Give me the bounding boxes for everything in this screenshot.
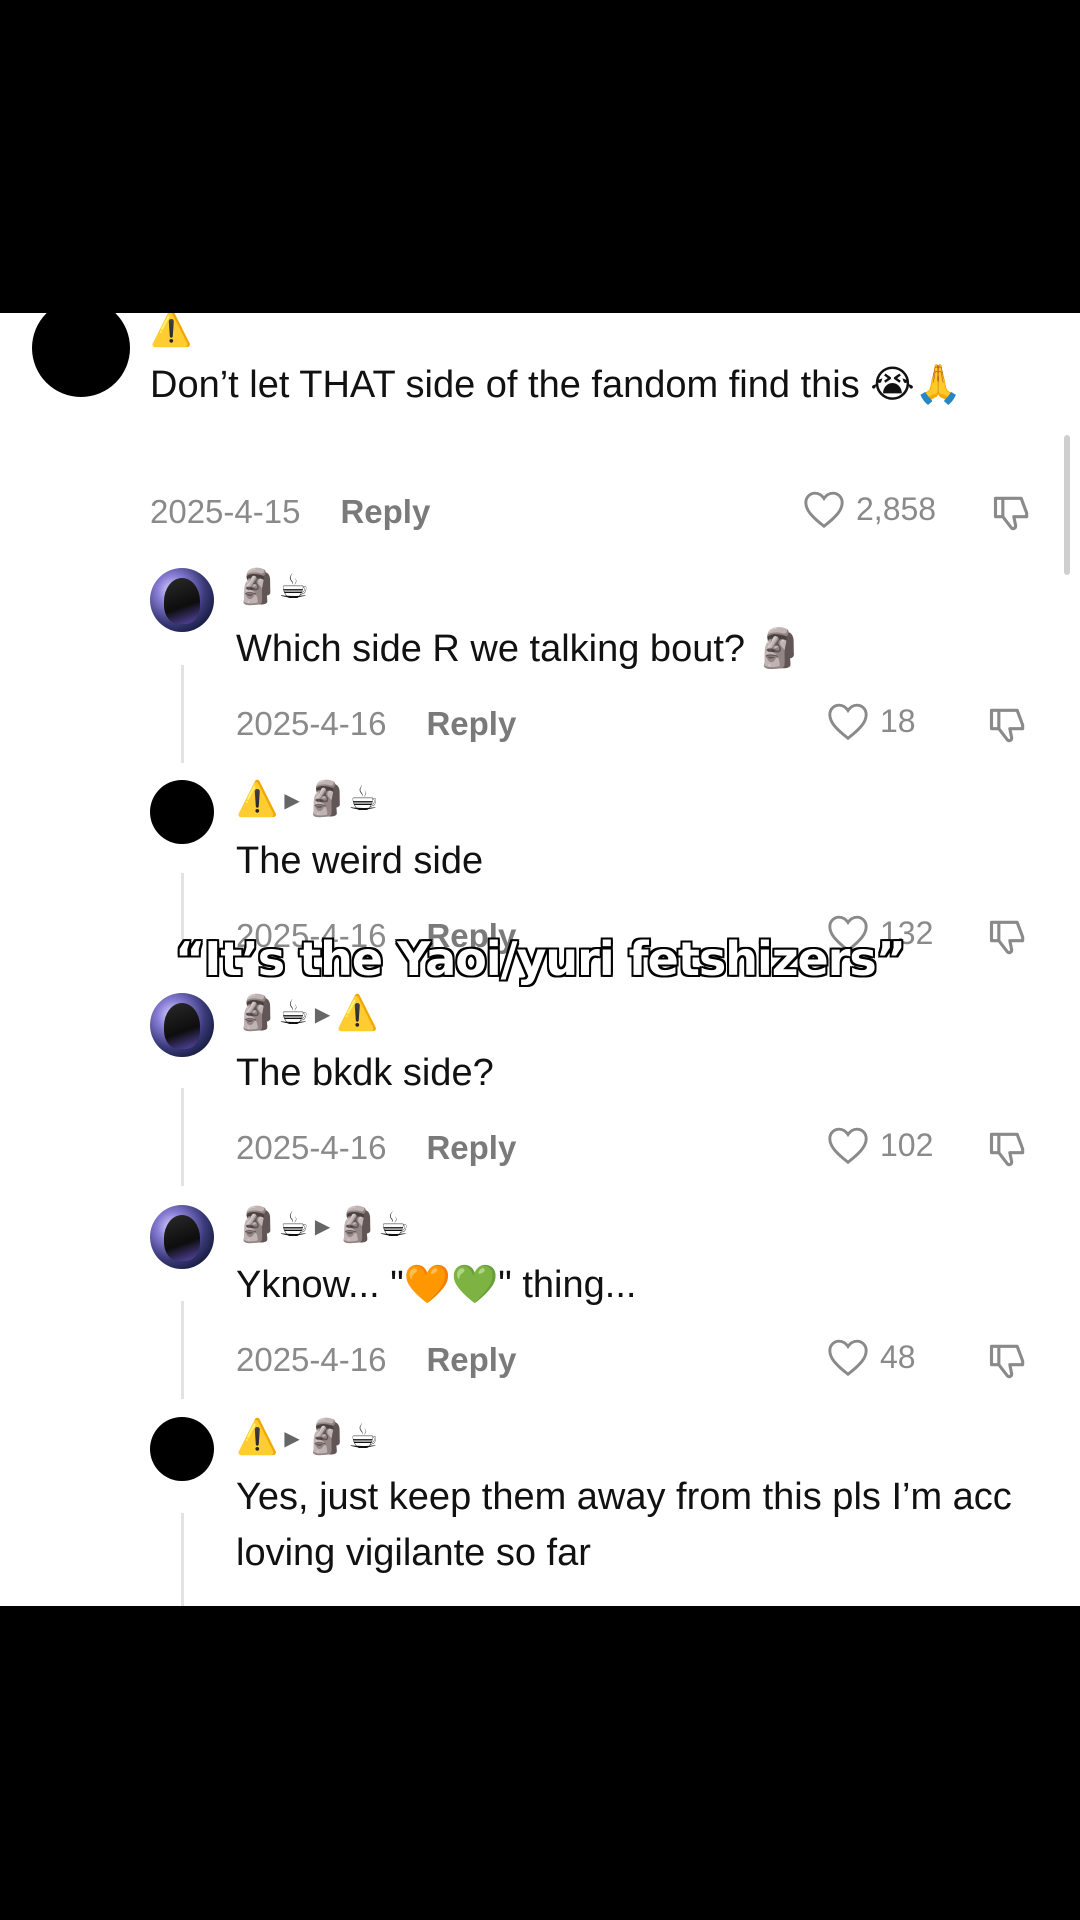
comment-meta: 2025-4-16 Reply bbox=[236, 1129, 516, 1167]
like-button[interactable]: 48 bbox=[826, 1337, 916, 1377]
reply-button[interactable]: Reply bbox=[426, 1341, 516, 1378]
dislike-button[interactable] bbox=[986, 1339, 1030, 1388]
reply-to-arrow-icon: ▶ bbox=[284, 790, 300, 813]
avatar[interactable] bbox=[150, 780, 214, 844]
avatar[interactable] bbox=[32, 313, 130, 397]
reply-to-arrow-icon: ▶ bbox=[314, 1216, 331, 1239]
comment-meta: 2025-4-16 Reply bbox=[236, 1341, 516, 1379]
reply-to-username: 🗿☕ bbox=[336, 1206, 410, 1244]
comment-date: 2025-4-15 bbox=[150, 493, 301, 530]
like-count: 48 bbox=[880, 1338, 916, 1375]
thumbs-down-icon bbox=[989, 1344, 1025, 1379]
comment-username[interactable]: 🗿☕ bbox=[236, 567, 309, 607]
thread-line bbox=[181, 1301, 184, 1399]
avatar[interactable] bbox=[150, 568, 214, 632]
comment-username[interactable]: 🗿☕ ▶ 🗿☕ bbox=[236, 1205, 409, 1247]
avatar[interactable] bbox=[150, 1417, 214, 1481]
heart-outline-icon bbox=[804, 491, 844, 529]
like-count: 2,858 bbox=[856, 490, 937, 527]
username: 🗿☕ bbox=[236, 994, 309, 1032]
comment-meta: 2025-4-15 Reply bbox=[150, 493, 430, 531]
comment-text: The bkdk side? bbox=[236, 1052, 494, 1094]
reply-button[interactable]: Reply bbox=[426, 1129, 516, 1166]
username: 🗿☕ bbox=[236, 1206, 309, 1244]
heart-outline-icon bbox=[828, 703, 868, 741]
comment-text: Yknow... "🧡💚" thing... bbox=[236, 1264, 637, 1306]
comment-text: Yes, just keep them away from this pls I… bbox=[236, 1476, 1012, 1574]
username: 🗿☕ bbox=[236, 568, 309, 606]
reply-to-arrow-icon: ▶ bbox=[314, 1004, 331, 1027]
video-caption-overlay: “It’s the Yaoi/yuri fetshizers” bbox=[174, 932, 906, 986]
reply-to-username: ⚠️ bbox=[336, 994, 379, 1032]
thumbs-down-icon bbox=[989, 708, 1025, 743]
like-count: 18 bbox=[880, 702, 916, 739]
heart-outline-icon bbox=[828, 1127, 868, 1165]
like-count: 102 bbox=[880, 1126, 934, 1163]
comment-username[interactable]: ⚠️ ▶ 🗿☕ bbox=[236, 1417, 379, 1459]
comment-username[interactable]: ⚠️ ▶ 🗿☕ bbox=[236, 779, 379, 821]
reply-button[interactable]: Reply bbox=[340, 493, 430, 530]
comment-date: 2025-4-16 bbox=[236, 705, 387, 742]
comment-username[interactable]: ⚠️ bbox=[150, 313, 192, 349]
comment-date: 2025-4-16 bbox=[236, 1129, 387, 1166]
reply-button[interactable]: Reply bbox=[426, 705, 516, 742]
reply-to-arrow-icon: ▶ bbox=[284, 1428, 300, 1451]
comment-text: The weird side bbox=[236, 840, 484, 882]
reply-to-username: 🗿☕ bbox=[305, 1418, 379, 1456]
like-button[interactable]: 18 bbox=[826, 701, 916, 741]
thread-line bbox=[181, 1513, 184, 1606]
scrollbar[interactable] bbox=[1064, 435, 1070, 575]
username: ⚠️ bbox=[236, 1418, 279, 1456]
thread-line bbox=[181, 873, 184, 939]
username: ⚠️ bbox=[236, 780, 279, 818]
dislike-button[interactable] bbox=[986, 703, 1030, 752]
like-button[interactable]: 102 bbox=[826, 1125, 933, 1165]
avatar[interactable] bbox=[150, 993, 214, 1057]
comment-date: 2025-4-16 bbox=[236, 1341, 387, 1378]
comment-meta: 2025-4-16 Reply bbox=[236, 705, 516, 743]
comment-text: Don’t let THAT side of the fandom find t… bbox=[150, 364, 962, 406]
thread-line bbox=[181, 665, 184, 763]
thread-line bbox=[181, 1088, 184, 1186]
dislike-button[interactable] bbox=[990, 491, 1034, 540]
thumbs-down-icon bbox=[989, 1132, 1025, 1167]
heart-outline-icon bbox=[828, 1339, 868, 1377]
reply-to-username: 🗿☕ bbox=[305, 780, 379, 818]
username: ⚠️ bbox=[150, 313, 193, 348]
dislike-button[interactable] bbox=[986, 1127, 1030, 1176]
comment-username[interactable]: 🗿☕ ▶ ⚠️ bbox=[236, 993, 379, 1035]
like-button[interactable]: 2,858 bbox=[802, 489, 936, 529]
comment-text: Which side R we talking bout? 🗿 bbox=[236, 628, 803, 670]
avatar[interactable] bbox=[150, 1205, 214, 1269]
thumbs-down-icon bbox=[993, 496, 1029, 531]
